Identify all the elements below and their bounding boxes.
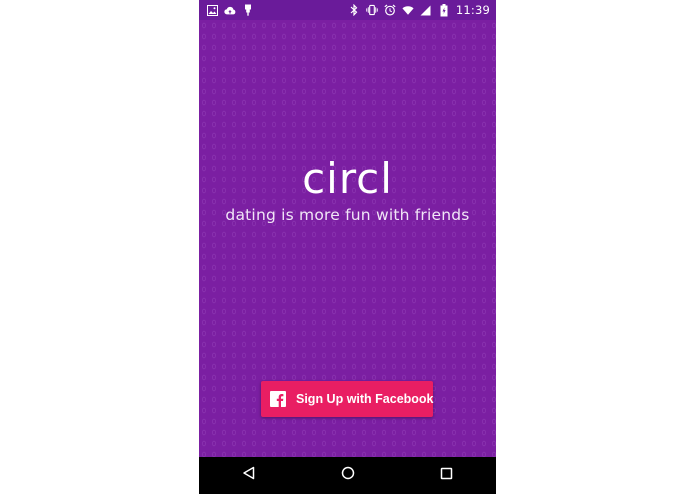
- back-button[interactable]: [229, 457, 269, 494]
- facebook-signup-button[interactable]: Sign Up with Facebook: [261, 381, 434, 417]
- home-icon: [341, 466, 355, 485]
- phone-screen: 11:39 circl dating is more fun with frie…: [199, 0, 496, 494]
- cloud-upload-icon: [224, 4, 236, 16]
- navigation-bar: [199, 457, 496, 494]
- wifi-icon: [402, 4, 414, 16]
- app-logo: circl: [302, 154, 393, 203]
- image-icon: [206, 4, 218, 16]
- app-tagline: dating is more fun with friends: [225, 206, 470, 224]
- status-left-icons: [199, 4, 261, 16]
- status-right-icons: 11:39: [341, 3, 496, 17]
- status-time: 11:39: [455, 3, 490, 17]
- battery-icon: [438, 3, 450, 16]
- back-icon: [242, 466, 256, 485]
- recents-button[interactable]: [427, 457, 467, 494]
- facebook-signup-label: Sign Up with Facebook: [296, 392, 434, 406]
- recents-icon: [440, 467, 453, 485]
- home-button[interactable]: [328, 457, 368, 494]
- usb-icon: [242, 4, 254, 16]
- status-bar: 11:39: [199, 0, 496, 20]
- signal-icon: [420, 4, 432, 16]
- bluetooth-icon: [348, 4, 360, 16]
- facebook-icon: [270, 391, 286, 407]
- alarm-icon: [384, 4, 396, 16]
- vibrate-icon: [366, 4, 378, 16]
